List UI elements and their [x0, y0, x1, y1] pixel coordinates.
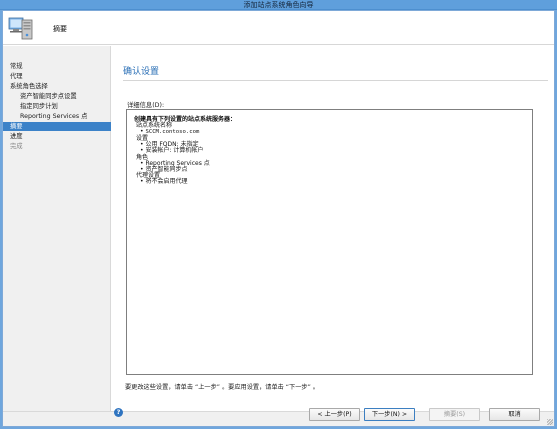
nav-item-general[interactable]: 常规	[3, 62, 111, 71]
wizard-content: 确认设置 详细信息(D): 创建具有下列设置的站点系统服务器： 站点系统名称 •…	[112, 46, 554, 411]
details-setting-account: 安装帐户: 计算机帐户	[145, 147, 204, 154]
help-icon[interactable]: ?	[114, 408, 123, 417]
window-title: 添加站点系统角色向导	[243, 1, 314, 9]
details-label: 详细信息(D):	[127, 102, 165, 109]
nav-item-system-role-selection[interactable]: 系统角色选择	[3, 82, 111, 91]
server-computer-icon	[6, 14, 40, 42]
details-server-name: SCCM.contoso.com	[145, 129, 200, 135]
nav-item-summary[interactable]: 摘要	[3, 122, 111, 131]
nav-item-sync-schedule[interactable]: 指定同步计划	[3, 102, 111, 111]
section-heading: 确认设置	[123, 67, 160, 77]
nav-item-reporting-services[interactable]: Reporting Services 点	[3, 112, 111, 121]
details-setting-item: • 安装帐户: 计算机帐户	[140, 147, 204, 154]
nav-item-progress[interactable]: 进度	[3, 132, 111, 141]
summary-button: 摘要(S)	[429, 408, 480, 421]
details-server-name-bullet: • SCCM.contoso.com	[140, 128, 200, 135]
nav-item-proxy[interactable]: 代理	[3, 72, 111, 81]
details-proxy-value: 将不会启用代理	[145, 178, 188, 185]
details-textbox[interactable]: 创建具有下列设置的站点系统服务器： 站点系统名称 • SCCM.contoso.…	[126, 109, 533, 375]
section-divider	[123, 80, 548, 81]
window-titlebar[interactable]: 添加站点系统角色向导	[0, 0, 557, 10]
nav-item-asset-sync-settings[interactable]: 资产智能同步点设置	[3, 92, 111, 101]
wizard-nav: 常规 代理 系统角色选择 资产智能同步点设置 指定同步计划 Reporting …	[3, 46, 111, 411]
nav-item-completion: 完成	[10, 143, 23, 150]
resize-grip[interactable]	[547, 419, 553, 425]
page-title: 摘要	[53, 25, 67, 33]
cancel-button[interactable]: 取消	[489, 408, 540, 421]
wizard-header: 摘要	[3, 11, 554, 45]
next-button[interactable]: 下一步(N) >	[364, 408, 415, 421]
prev-button[interactable]: < 上一步(P)	[309, 408, 360, 421]
wizard-window: 摘要 常规 代理 系统角色选择 资产智能同步点设置 指定同步计划 Reporti…	[2, 10, 555, 427]
instructions-text: 要更改这些设置，请单击 “上一步” 。要应用设置，请单击 “下一步” 。	[125, 384, 319, 391]
details-proxy-item: • 将不会启用代理	[140, 178, 188, 185]
